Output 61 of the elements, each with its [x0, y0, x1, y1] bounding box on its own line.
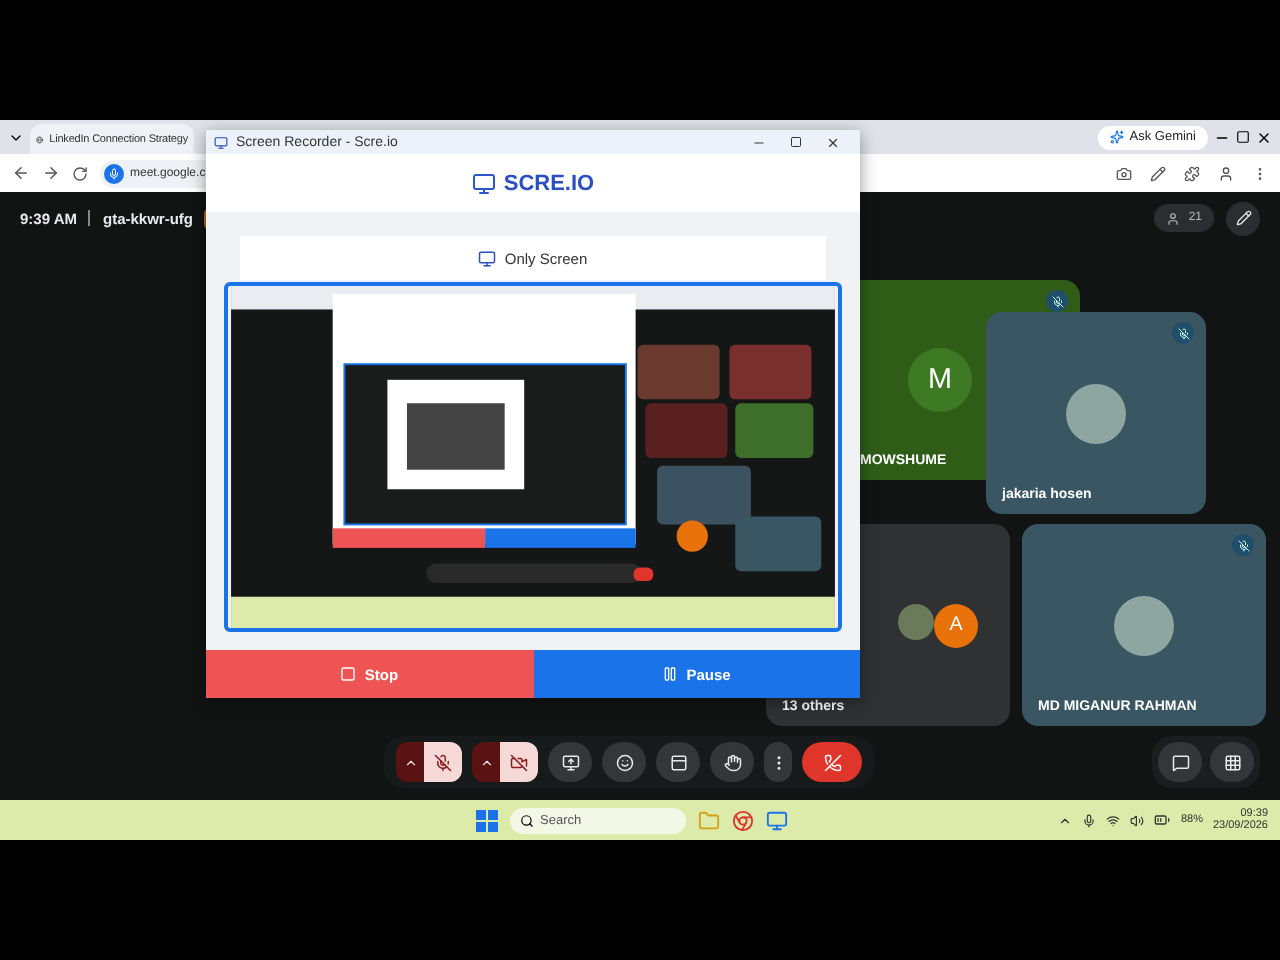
avatar-circle [1066, 383, 1126, 443]
edit-button[interactable] [1226, 201, 1260, 235]
emoji-button[interactable] [602, 742, 646, 782]
app-icon [214, 135, 228, 149]
reload-icon[interactable] [72, 165, 88, 181]
microphone-button[interactable] [424, 742, 462, 782]
app-logo: SCRE.IO [503, 171, 595, 195]
battery-icon[interactable] [1154, 812, 1171, 828]
letter-avatar: A [934, 603, 978, 647]
monitor-icon [478, 249, 497, 267]
present-screen-icon [561, 753, 579, 771]
globe-icon [36, 133, 44, 145]
mic-off-icon [434, 753, 452, 771]
maximize-icon[interactable] [790, 135, 802, 147]
search-icon [520, 813, 534, 827]
pencil-icon [1235, 210, 1251, 226]
recorder-app-icon[interactable] [766, 809, 788, 831]
captions-icon [669, 753, 687, 771]
smiley-icon [615, 753, 633, 771]
grid-icon [1223, 753, 1241, 771]
raise-hand-button[interactable] [710, 742, 754, 782]
profile-icon[interactable] [1218, 165, 1234, 181]
hand-icon [723, 753, 741, 771]
phone-icon [823, 753, 841, 771]
microphone-icon [104, 163, 124, 183]
stop-icon [340, 666, 357, 682]
tray-expand-icon[interactable] [1058, 813, 1073, 827]
sparkle-icon [1109, 130, 1124, 144]
camera-off-icon [510, 753, 528, 771]
mic-off-icon [1177, 327, 1189, 339]
chat-button[interactable] [1158, 742, 1202, 782]
present-button[interactable] [548, 742, 592, 782]
volume-icon[interactable] [1130, 813, 1145, 827]
avatar-circle [898, 603, 934, 639]
wifi-icon[interactable] [1106, 813, 1121, 827]
mic-off-icon [1051, 295, 1063, 307]
caret-icon [403, 755, 417, 769]
close-icon[interactable] [826, 135, 840, 149]
microphone-icon [1082, 813, 1097, 827]
camera-icon[interactable] [1116, 165, 1132, 181]
back-icon[interactable] [12, 164, 30, 182]
letter-avatar: M [908, 348, 972, 412]
caret-icon [479, 755, 493, 769]
extensions-icon[interactable] [1184, 165, 1200, 181]
person-icon [1166, 211, 1181, 225]
captions-button[interactable] [656, 742, 700, 782]
mic-off-icon [1237, 539, 1249, 551]
forward-icon[interactable] [42, 164, 60, 182]
logo-icon [471, 171, 496, 195]
chat-icon [1171, 753, 1189, 771]
more-options-button[interactable] [764, 742, 792, 782]
pen-icon[interactable] [1150, 165, 1166, 181]
browser-icon[interactable] [732, 809, 754, 831]
maximize-icon[interactable] [1236, 130, 1250, 144]
leave-call-button[interactable] [802, 742, 862, 782]
start-icon[interactable] [476, 809, 498, 831]
pause-icon [662, 666, 679, 682]
apps-button[interactable] [1210, 742, 1254, 782]
camera-button[interactable] [500, 742, 538, 782]
close-icon[interactable] [1256, 129, 1272, 145]
avatar-circle [1114, 595, 1174, 655]
